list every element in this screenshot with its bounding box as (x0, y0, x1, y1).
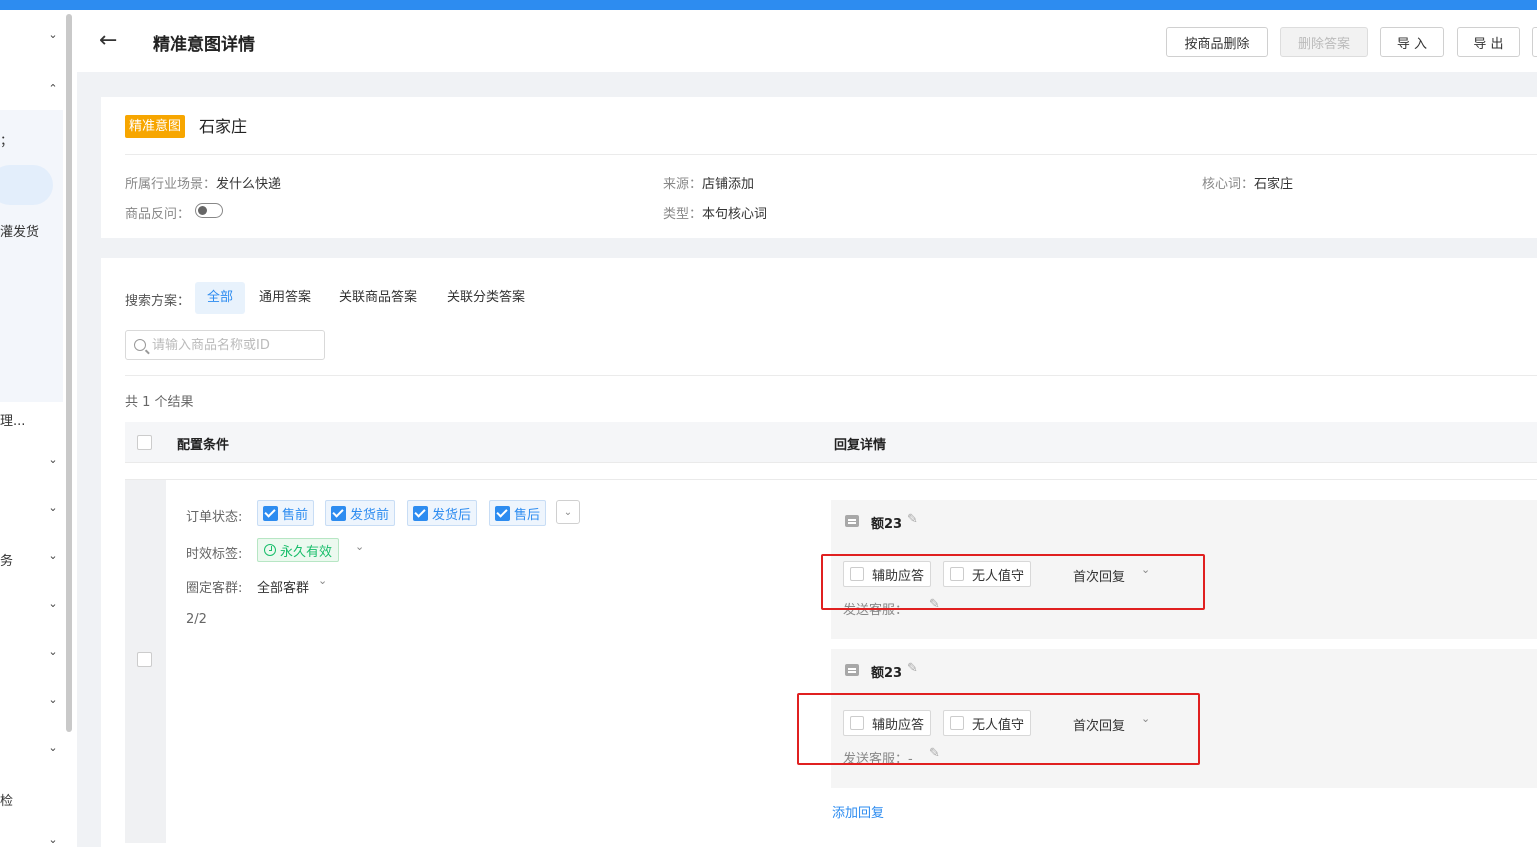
time-tag-chip[interactable]: 永久有效 (257, 538, 340, 562)
intent-name: 石家庄 (199, 117, 248, 136)
export-button[interactable]: 导 出 (1457, 27, 1520, 57)
source-field: 来源：店铺添加 (663, 173, 754, 192)
order-status-chip-aftersale[interactable]: 售后 (489, 500, 547, 526)
customer-group-label: 圈定客群: (186, 581, 243, 596)
tab-general-answer[interactable]: 通用答案 (247, 282, 323, 314)
annotation-highlight (821, 554, 1205, 610)
chip-label: 售前 (282, 507, 309, 523)
delete-answer-button[interactable]: 删除答案 (1280, 27, 1368, 57)
back-arrow-icon[interactable]: ← (99, 28, 117, 54)
order-status-chip-presale[interactable]: 售前 (257, 500, 315, 526)
sidebar-item-fragment[interactable]: 理... (0, 410, 25, 429)
product-search (125, 330, 325, 360)
sidebar-selected-item[interactable] (0, 165, 53, 205)
checkbox-checked-icon (495, 505, 510, 521)
sidebar-item-fragment[interactable]: ； (0, 130, 13, 149)
chevron-down-icon[interactable]: ⌄ (355, 540, 364, 553)
chevron-down-icon[interactable]: ⌄ (46, 645, 60, 658)
search-icon (134, 339, 146, 351)
page-header: ← 精准意图详情 按商品删除 删除答案 导 入 导 出 (77, 10, 1537, 72)
core-word-field: 核心词：石家庄 (1202, 173, 1293, 192)
row-select-cell (125, 480, 166, 843)
reply-title: 额23 (871, 517, 903, 532)
column-header-conditions: 配置条件 (177, 438, 230, 453)
chevron-down-icon[interactable]: ⌄ (46, 597, 60, 610)
message-icon (845, 664, 859, 676)
industry-label: 所属行业场景： (125, 177, 217, 192)
sidebar-item-fragment[interactable]: 检 (0, 790, 13, 809)
add-reply-link[interactable]: 添加回复 (832, 802, 884, 821)
chevron-up-icon[interactable]: ⌃ (46, 82, 60, 95)
divider (125, 154, 1537, 155)
row-checkbox[interactable] (137, 652, 152, 667)
core-word-value: 石家庄 (1254, 177, 1294, 192)
table-header: 配置条件 回复详情 (125, 422, 1537, 463)
reply-title: 额23 (871, 666, 903, 681)
sidebar-submenu-area (0, 110, 63, 402)
type-field: 类型：本句核心词 (663, 203, 767, 222)
time-tag-value: 永久有效 (280, 544, 333, 560)
column-header-reply-detail: 回复详情 (834, 438, 887, 453)
industry-field: 所属行业场景：发什么快递 (125, 173, 281, 192)
customer-group-value[interactable]: 全部客群 (257, 577, 309, 596)
tab-category-answer[interactable]: 关联分类答案 (435, 282, 537, 314)
order-status-chip-before-shipping[interactable]: 发货前 (325, 500, 396, 526)
edit-icon[interactable]: ✎ (907, 661, 918, 676)
chevron-down-icon[interactable]: ⌄ (46, 501, 60, 514)
filter-label: 搜索方案： (125, 294, 191, 309)
page-fraction: 2/2 (186, 612, 207, 627)
tab-product-answer[interactable]: 关联商品答案 (327, 282, 429, 314)
table-row: 订单状态: 售前 发货前 发货后 售后 ⌄ 时效标签: 永久有效 ⌄ 圈定客群:… (125, 479, 1537, 843)
chevron-down-icon[interactable]: ⌄ (46, 693, 60, 706)
intent-type-badge: 精准意图 (125, 115, 186, 138)
top-accent-bar (0, 0, 1537, 10)
checkbox-checked-icon (413, 505, 428, 521)
chevron-down-icon[interactable]: ⌄ (46, 453, 60, 466)
product-reverse-toggle[interactable] (195, 203, 223, 218)
search-input[interactable] (152, 337, 312, 353)
clock-icon (264, 544, 276, 556)
chip-label: 发货后 (432, 507, 472, 523)
sidebar-scrollbar[interactable] (66, 14, 72, 732)
source-value: 店铺添加 (702, 177, 755, 192)
type-label: 类型： (663, 207, 703, 222)
source-label: 来源： (663, 177, 703, 192)
industry-value: 发什么快递 (216, 177, 282, 192)
overflow-button[interactable] (1532, 27, 1537, 57)
sidebar-item-fragment[interactable]: 灌发货 (0, 221, 39, 240)
edit-icon[interactable]: ✎ (907, 512, 918, 527)
chevron-down-icon[interactable]: ⌄ (318, 574, 327, 587)
product-reverse-label: 商品反问： (125, 207, 191, 222)
intent-info-card: 精准意图 石家庄 所属行业场景：发什么快递 来源：店铺添加 核心词：石家庄 商品… (101, 97, 1537, 238)
chevron-down-icon[interactable]: ⌄ (46, 833, 60, 846)
core-word-label: 核心词： (1202, 177, 1255, 192)
page-title: 精准意图详情 (153, 35, 255, 55)
chevron-down-icon[interactable]: ⌄ (46, 28, 60, 41)
divider (125, 375, 1537, 376)
tab-all[interactable]: 全部 (195, 282, 246, 314)
chip-label: 售后 (514, 507, 541, 523)
chevron-down-icon[interactable]: ⌄ (46, 741, 60, 754)
order-status-label: 订单状态: (186, 510, 243, 525)
message-icon (845, 515, 859, 527)
chevron-down-icon[interactable]: ⌄ (46, 549, 60, 562)
order-status-chip-after-shipping[interactable]: 发货后 (407, 500, 478, 526)
select-all-checkbox[interactable] (137, 435, 152, 450)
product-reverse-field: 商品反问： (125, 203, 190, 222)
chip-label: 发货前 (350, 507, 390, 523)
chevron-down-icon[interactable]: ⌄ (556, 500, 580, 524)
checkbox-checked-icon (263, 505, 278, 521)
annotation-highlight (797, 693, 1200, 765)
import-button[interactable]: 导 入 (1380, 27, 1444, 57)
checkbox-checked-icon (331, 505, 346, 521)
delete-by-product-button[interactable]: 按商品删除 (1166, 27, 1268, 57)
sidebar-item-fragment[interactable]: 务 (0, 550, 13, 569)
type-value: 本句核心词 (702, 207, 768, 222)
result-count: 共 1 个结果 (125, 395, 194, 410)
sidebar: ⌄ ⌃ ； 灌发货 理... ⌄ ⌄ 务 ⌄ ⌄ ⌄ ⌄ ⌄ 检 ⌄ (0, 10, 77, 847)
time-tag-label: 时效标签: (186, 547, 243, 562)
